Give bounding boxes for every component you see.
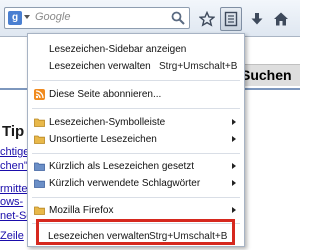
search-bar[interactable]: g Google [4,7,190,29]
download-icon[interactable] [246,7,268,31]
page-link[interactable]: rmitte [0,183,28,195]
menu-separator [32,197,240,198]
menu-separator [32,80,240,81]
menu-item-label: Lesezeichen verwalten [49,61,151,72]
page-heading: Tip [2,123,25,140]
menu-item-show-sidebar[interactable]: Lesezeichen-Sidebar anzeigen [28,41,244,58]
star-icon[interactable] [196,7,218,31]
menu-item-bookmarks-toolbar[interactable]: Lesezeichen-Symbolleiste [28,114,244,131]
menu-item-manage-bookmarks[interactable]: Lesezeichen verwalten Strg+Umschalt+B [28,58,244,75]
submenu-arrow-icon [232,207,236,213]
menu-item-shortcut: Strg+Umschalt+B [159,61,238,72]
page-link[interactable]: chtige [0,146,29,158]
menu-item-unsorted-bookmarks[interactable]: Unsortierte Lesezeichen [28,131,244,148]
menu-separator [32,108,240,109]
page-link[interactable]: chen" [0,160,28,172]
home-icon[interactable] [270,7,292,31]
browser-toolbar: g Google [0,0,300,37]
menu-item-label: Lesezeichen-Symbolleiste [49,117,166,128]
bookmarks-menu-icon [224,11,238,27]
submenu-arrow-icon [232,119,236,125]
menu-item-label: Mozilla Firefox [49,205,114,216]
magnifier-icon[interactable] [170,10,186,26]
page-link[interactable]: ows- [0,196,23,208]
smart-folder-icon [34,179,45,188]
menu-item-label: Unsortierte Lesezeichen [49,134,157,145]
highlight-frame [36,219,235,245]
rss-icon [34,89,45,100]
menu-item-recently-bookmarked[interactable]: Kürzlich als Lesezeichen gesetzt [28,158,244,175]
search-engine-icon[interactable]: g [8,11,22,25]
menu-item-subscribe[interactable]: Diese Seite abonnieren... [28,86,244,103]
bookmarks-menu: Lesezeichen-Sidebar anzeigen Lesezeichen… [27,33,245,247]
folder-icon [34,206,45,215]
menu-item-label: Kürzlich verwendete Schlagwörter [49,178,201,189]
menu-item-mozilla-firefox[interactable]: Mozilla Firefox [28,202,244,219]
menu-item-recent-tags[interactable]: Kürzlich verwendete Schlagwörter [28,175,244,192]
menu-item-label: Kürzlich als Lesezeichen gesetzt [49,161,195,172]
submenu-arrow-icon [232,163,236,169]
bookmarks-menu-button[interactable] [220,7,242,31]
submenu-arrow-icon [232,136,236,142]
submenu-arrow-icon [232,180,236,186]
search-button[interactable]: Suchen [236,64,300,86]
search-placeholder[interactable]: Google [35,11,70,23]
smart-folder-icon [34,162,45,171]
menu-item-label: Diese Seite abonnieren... [49,89,162,100]
folder-icon [34,135,45,144]
menu-item-label: Lesezeichen-Sidebar anzeigen [49,44,187,55]
page-link[interactable]: Zeile [0,230,24,242]
menu-separator [32,153,240,154]
chevron-down-icon[interactable] [24,15,30,19]
folder-icon [34,118,45,127]
